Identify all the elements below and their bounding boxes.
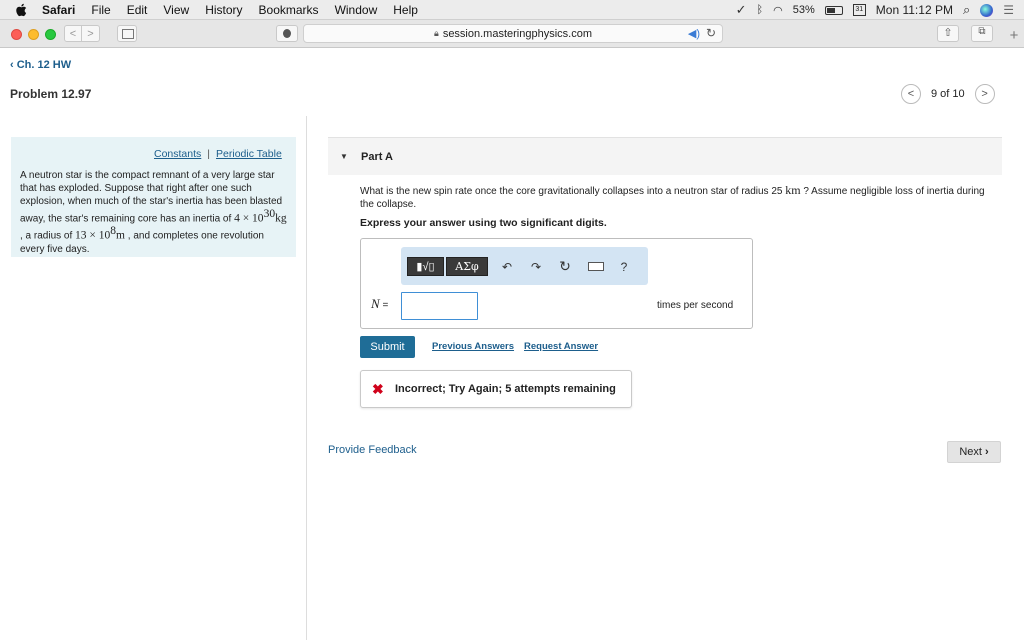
sidebar-toggle-button[interactable] — [117, 25, 137, 42]
menu-bookmarks[interactable]: Bookmarks — [259, 3, 319, 17]
menu-safari[interactable]: Safari — [42, 3, 75, 17]
redo-icon[interactable]: ↷ — [527, 257, 545, 276]
answer-label: N = — [371, 296, 388, 312]
inertia-exponent: 30 — [263, 208, 276, 220]
bluetooth-icon[interactable]: ᛒ — [757, 4, 764, 16]
chevron-left-icon: ‹ — [10, 59, 17, 71]
answer-equals: = — [379, 300, 389, 311]
math-toolbar: ▮√▯ ΑΣφ ↶ ↷ ↻ ? — [401, 247, 648, 285]
radius-value: 13 × 10 — [75, 229, 111, 242]
lock-icon: 🔒︎ — [434, 28, 439, 38]
question-unit: km — [785, 183, 801, 197]
question-text: What is the new spin rate once the core … — [360, 184, 1000, 211]
next-problem-button[interactable]: > — [974, 84, 995, 104]
back-button[interactable]: < — [64, 25, 82, 42]
feedback-message: Incorrect; Try Again; 5 attempts remaini… — [395, 383, 616, 395]
answer-units: times per second — [657, 300, 734, 311]
chevron-right-icon: › — [984, 446, 989, 458]
next-label: Next — [959, 446, 982, 458]
forward-button[interactable]: > — [82, 25, 100, 42]
incorrect-x-icon: ✖ — [372, 381, 384, 397]
minimize-window-button[interactable] — [28, 29, 39, 40]
wifi-icon[interactable]: ◠ — [773, 4, 783, 17]
part-title: Part A — [361, 151, 393, 163]
battery-percent: 53% — [792, 4, 815, 16]
reload-icon[interactable]: ↻ — [706, 26, 716, 40]
zoom-window-button[interactable] — [45, 29, 56, 40]
greek-symbols-button[interactable]: ΑΣφ — [446, 257, 488, 276]
collapse-triangle-icon[interactable]: ▼ — [340, 152, 348, 161]
provide-feedback-link[interactable]: Provide Feedback — [328, 444, 417, 456]
answer-variable: N — [371, 296, 380, 311]
siri-icon[interactable] — [980, 3, 994, 17]
keyboard-icon[interactable] — [587, 257, 605, 276]
spotlight-search-icon[interactable]: ⌕ — [963, 2, 970, 18]
problem-info-panel: Constants | Periodic Table A neutron star … — [11, 137, 296, 257]
next-button[interactable]: Next › — [947, 441, 1001, 463]
history-nav: < > — [64, 25, 100, 42]
page-content: ‹ Ch. 12 HW Problem 12.97 < 9 of 10 > Co… — [0, 48, 1024, 640]
problem-pager: < 9 of 10 > — [901, 84, 995, 104]
breadcrumb-label: Ch. 12 HW — [16, 59, 72, 71]
info-links: Constants | Periodic Table — [154, 148, 282, 160]
menu-file[interactable]: File — [91, 3, 110, 17]
window-controls — [11, 29, 56, 40]
browser-toolbar: < > 🔒︎ session.masteringphysics.com ◀) ↻… — [0, 20, 1024, 48]
menu-bar: Safari File Edit View History Bookmarks … — [0, 0, 1024, 20]
battery-icon[interactable] — [824, 5, 843, 15]
audio-icon[interactable]: ◀) — [688, 27, 700, 40]
undo-icon[interactable]: ↶ — [498, 257, 516, 276]
answer-box: ▮√▯ ΑΣφ ↶ ↷ ↻ ? N = times per second — [360, 238, 753, 329]
statement-part-2: , a radius of — [20, 230, 76, 242]
request-answer-link[interactable]: Request Answer — [524, 341, 598, 352]
new-tab-button[interactable]: + — [1004, 25, 1024, 47]
previous-problem-button[interactable]: < — [901, 84, 921, 104]
breadcrumb[interactable]: ‹ Ch. 12 HW — [10, 59, 71, 71]
menu-help[interactable]: Help — [393, 3, 418, 17]
menu-edit[interactable]: Edit — [127, 3, 148, 17]
question-part-1: What is the new spin rate once the core … — [360, 186, 786, 197]
menu-view[interactable]: View — [163, 3, 189, 17]
problem-title: Problem 12.97 — [10, 87, 92, 101]
periodic-table-link[interactable]: Periodic Table — [216, 148, 282, 160]
previous-answers-link[interactable]: Previous Answers — [432, 341, 514, 352]
inertia-unit: kg — [275, 212, 287, 225]
calendar-icon[interactable]: 31 — [852, 4, 866, 16]
pager-count: 9 of 10 — [931, 88, 965, 100]
checkmark-status-icon[interactable]: ✓ — [736, 2, 747, 18]
submit-button[interactable]: Submit — [360, 336, 415, 358]
answer-input[interactable] — [401, 292, 478, 320]
share-button[interactable]: ⇧ — [937, 25, 959, 42]
link-separator: | — [207, 148, 211, 160]
menu-history[interactable]: History — [205, 3, 242, 17]
radius-unit: m — [116, 229, 125, 242]
extension-button[interactable] — [276, 25, 298, 42]
apple-menu-icon[interactable] — [14, 3, 28, 17]
url-text: session.masteringphysics.com — [442, 27, 592, 40]
answer-instruction: Express your answer using two significan… — [360, 217, 607, 229]
tab-overview-button[interactable]: ⧉ — [971, 25, 993, 42]
notification-center-icon[interactable]: ☰ — [1003, 3, 1014, 17]
feedback-message-box: ✖ Incorrect; Try Again; 5 attempts remai… — [360, 370, 632, 408]
close-window-button[interactable] — [11, 29, 22, 40]
inertia-value: 4 × 10 — [234, 212, 264, 225]
templates-button[interactable]: ▮√▯ — [407, 257, 444, 276]
reset-icon[interactable]: ↻ — [556, 257, 574, 276]
address-bar[interactable]: 🔒︎ session.masteringphysics.com ◀) ↻ — [303, 24, 723, 43]
menu-clock[interactable]: Mon 11:12 PM — [876, 3, 953, 17]
part-header[interactable]: ▼ Part A — [328, 137, 1002, 175]
help-button[interactable]: ? — [617, 257, 631, 276]
constants-link[interactable]: Constants — [154, 148, 201, 160]
column-divider — [306, 116, 307, 640]
menu-window[interactable]: Window — [335, 3, 378, 17]
problem-statement: A neutron star is the compact remnant of… — [20, 169, 290, 256]
